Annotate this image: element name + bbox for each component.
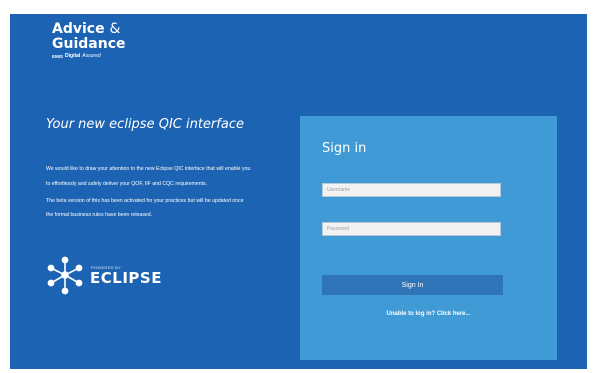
logo-text-advice: Advice xyxy=(52,21,105,37)
signin-button[interactable]: Sign In xyxy=(322,275,503,295)
signin-panel: Sign in Sign In Unable to log in? Click … xyxy=(300,116,557,360)
password-input[interactable] xyxy=(322,222,501,236)
logo-text-guidance: Guidance xyxy=(52,36,126,52)
intro-paragraph-1-line-2: to effortlessly and safely deliver your … xyxy=(46,181,208,187)
eclipse-molecule-icon xyxy=(47,256,83,295)
intro-paragraph-2-line-1: The beta version of this has been activa… xyxy=(46,198,244,204)
eclipse-brand-text: ECLIPSE xyxy=(90,269,162,287)
logo-subtitle: EMIS Digital Assured xyxy=(52,53,126,60)
intro-paragraph-1-line-1: We would like to draw your attention to … xyxy=(46,166,251,172)
logo-ampersand: & xyxy=(109,21,121,37)
advice-guidance-logo: Advice & Guidance EMIS Digital Assured xyxy=(52,22,126,60)
intro-headline: Your new eclipse QIC interface xyxy=(46,117,244,132)
page-frame: Advice & Guidance EMIS Digital Assured Y… xyxy=(10,14,587,369)
logo-sub-digital: Digital xyxy=(65,53,81,59)
logo-sub-emis: EMIS xyxy=(52,54,64,59)
eclipse-logo: POWERED BY ECLIPSE xyxy=(44,254,174,296)
intro-paragraph-2-line-2: the formal business rules have been rele… xyxy=(46,212,153,218)
signin-title: Sign in xyxy=(322,141,367,156)
login-help-link[interactable]: Unable to log in? Click here... xyxy=(300,311,557,317)
username-input[interactable] xyxy=(322,183,501,197)
logo-sub-assured: Assured xyxy=(82,53,101,59)
